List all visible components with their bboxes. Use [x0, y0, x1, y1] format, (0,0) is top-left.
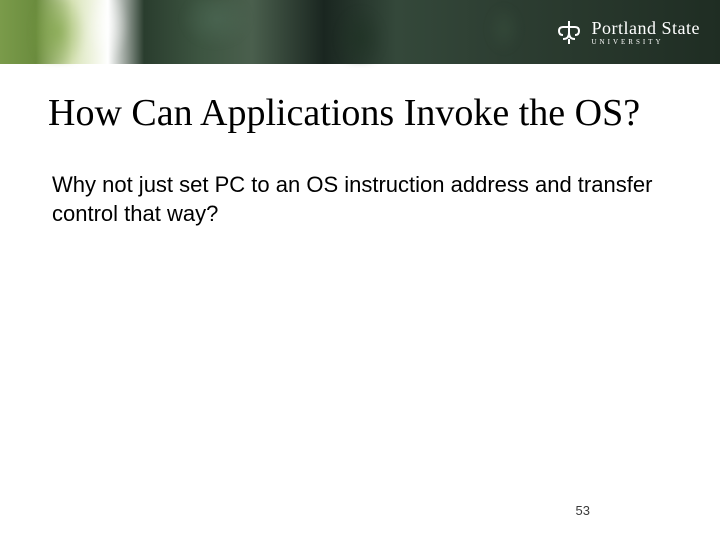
- page-number: 53: [576, 503, 590, 518]
- slide-content: How Can Applications Invoke the OS? Why …: [0, 64, 720, 229]
- logo-mark-icon: [554, 17, 584, 47]
- logo-text: Portland State UNIVERSITY: [592, 19, 701, 46]
- header-banner: Portland State UNIVERSITY: [0, 0, 720, 64]
- institution-name: Portland State: [592, 19, 701, 37]
- university-logo: Portland State UNIVERSITY: [554, 17, 701, 47]
- institution-subtext: UNIVERSITY: [592, 39, 701, 46]
- slide-title: How Can Applications Invoke the OS?: [48, 92, 672, 136]
- slide-body: Why not just set PC to an OS instruction…: [48, 170, 672, 229]
